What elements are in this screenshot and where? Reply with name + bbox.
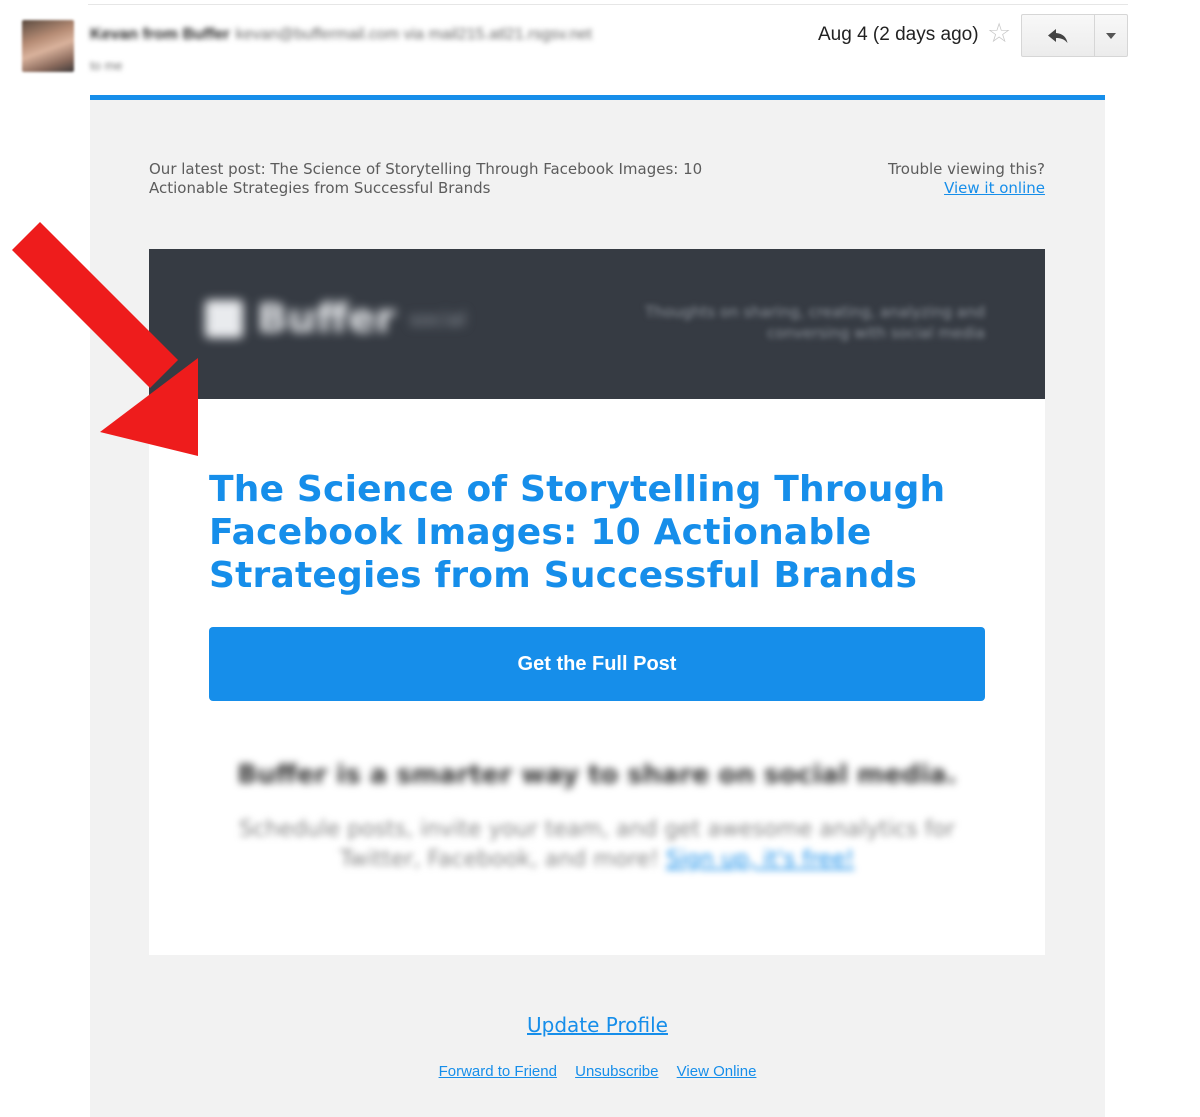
get-full-post-button[interactable]: Get the Full Post [209, 627, 985, 701]
star-outline-icon[interactable]: ☆ [987, 20, 1011, 47]
view-online-link[interactable]: View Online [677, 1063, 757, 1080]
promo-text: Schedule posts, invite your team, and ge… [209, 815, 985, 875]
logo-text: Buffer [257, 296, 396, 342]
sign-up-link[interactable]: Sign up, it's free! [666, 847, 854, 872]
banner-tagline: Thoughts on sharing, creating, analyzing… [645, 303, 985, 342]
update-profile-link[interactable]: Update Profile [527, 1013, 668, 1037]
unsubscribe-link[interactable]: Unsubscribe [575, 1063, 658, 1080]
reply-button-group [1021, 14, 1128, 57]
forward-to-friend-link[interactable]: Forward to Friend [439, 1063, 557, 1080]
red-annotation-arrow-icon [12, 222, 198, 456]
chevron-down-icon [1106, 32, 1116, 39]
promo-heading: Buffer is a smarter way to share on soci… [237, 760, 957, 790]
sender-email: kevan@buffermail.com via mail215.atl21.r… [235, 26, 592, 43]
update-profile: Update Profile [90, 1013, 1105, 1038]
view-it-online-link[interactable]: View it online [944, 179, 1045, 197]
email-date: Aug 4 (2 days ago) [818, 24, 979, 45]
more-options-button[interactable] [1095, 15, 1127, 56]
logo-subtext: social [409, 307, 467, 331]
post-title-link[interactable]: The Science of Storytelling Through Face… [209, 468, 999, 597]
trouble-viewing-text: Trouble viewing this? [887, 160, 1045, 178]
trouble-viewing: Trouble viewing this? View it online [830, 160, 1045, 198]
footer-links: Forward to Friend Unsubscribe View Onlin… [90, 1063, 1105, 1080]
reply-button[interactable] [1022, 15, 1095, 56]
reply-arrow-icon [1048, 28, 1068, 43]
arrow-shaft [12, 222, 178, 388]
